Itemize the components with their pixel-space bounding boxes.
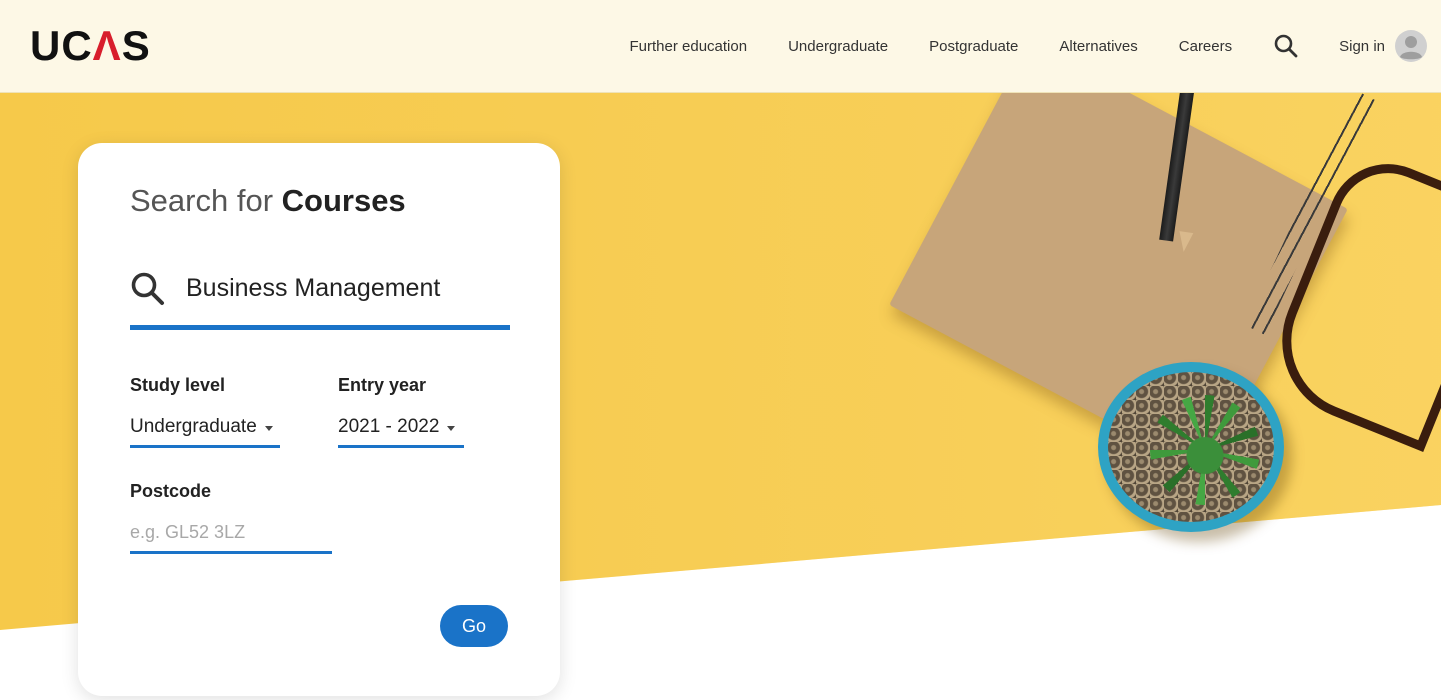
nav-further-education[interactable]: Further education: [630, 38, 748, 55]
nav-careers[interactable]: Careers: [1179, 38, 1232, 55]
course-search-field: [130, 261, 510, 330]
card-title-strong: Courses: [281, 183, 406, 218]
card-title-prefix: Search for: [130, 183, 282, 218]
entry-year-label: Entry year: [338, 375, 427, 395]
study-level-select[interactable]: Undergraduate: [130, 409, 280, 448]
chevron-down-icon: [264, 425, 273, 431]
nav-postgraduate[interactable]: Postgraduate: [929, 38, 1018, 55]
logo-accent: Λ: [92, 22, 122, 69]
study-level-label: Study level: [130, 375, 226, 395]
nav-alternatives[interactable]: Alternatives: [1059, 38, 1137, 55]
logo-prefix: UC: [30, 22, 93, 69]
entry-year-select[interactable]: 2021 - 2022: [338, 409, 464, 448]
postcode-input[interactable]: [130, 513, 332, 554]
study-level-value: Undergraduate: [130, 416, 257, 437]
postcode-label: Postcode: [130, 481, 212, 501]
logo-suffix: S: [121, 22, 151, 69]
main-nav: Further education Undergraduate Postgrad…: [630, 0, 1441, 92]
succulent-plant-image: [1150, 395, 1260, 505]
card-title: Search for Courses: [130, 183, 406, 219]
user-avatar-icon[interactable]: [1395, 30, 1427, 62]
sign-in-link[interactable]: Sign in: [1339, 38, 1385, 55]
page: UCΛS Further education Undergraduate Pos…: [0, 0, 1441, 700]
search-icon[interactable]: [1273, 33, 1299, 59]
course-search-card: Search for Courses Study level Undergrad…: [78, 143, 560, 696]
pencil-tip-image: [1176, 231, 1194, 253]
nav-undergraduate[interactable]: Undergraduate: [788, 38, 888, 55]
go-button[interactable]: Go: [440, 605, 508, 647]
search-icon: [131, 272, 164, 305]
site-header: UCΛS Further education Undergraduate Pos…: [0, 0, 1441, 93]
chevron-down-icon: [447, 425, 456, 431]
ucas-logo[interactable]: UCΛS: [30, 22, 151, 70]
entry-year-value: 2021 - 2022: [338, 416, 440, 437]
course-search-input[interactable]: [186, 269, 506, 307]
